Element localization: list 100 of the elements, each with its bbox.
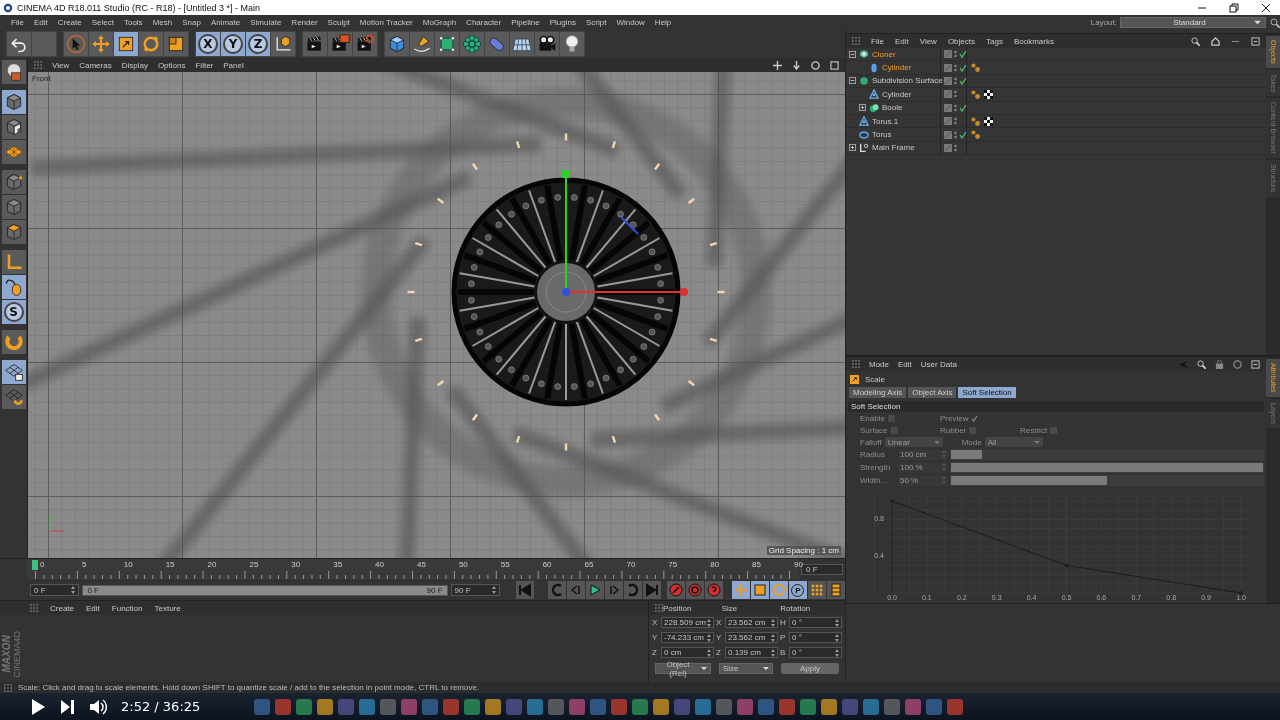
menu-item[interactable]: Animate bbox=[205, 18, 246, 27]
menu-item[interactable]: Select bbox=[86, 18, 119, 27]
taskbar-icon[interactable] bbox=[527, 698, 544, 715]
tab[interactable]: Soft Selection bbox=[958, 387, 1016, 398]
coordinate-field[interactable]: 23.562 cm bbox=[725, 632, 778, 643]
menu-item[interactable]: View bbox=[919, 36, 937, 46]
timeline-key-button[interactable] bbox=[827, 581, 845, 599]
object-name[interactable]: Cylinder bbox=[882, 89, 912, 99]
menu-item[interactable]: Display bbox=[121, 60, 148, 70]
tab[interactable]: Object Axis bbox=[908, 387, 957, 398]
taskbar-icon[interactable] bbox=[485, 698, 502, 715]
snap-button[interactable] bbox=[1, 385, 26, 409]
menu-item[interactable]: Sculpt bbox=[322, 18, 355, 27]
menu-item[interactable]: File bbox=[6, 18, 29, 27]
taskbar-icon[interactable] bbox=[905, 698, 922, 715]
keyframe-selection-button[interactable] bbox=[705, 581, 723, 599]
subdivision-button[interactable] bbox=[435, 32, 459, 56]
size-mode-dropdown[interactable]: Size bbox=[719, 663, 773, 674]
menu-item[interactable]: Script bbox=[580, 18, 612, 27]
edges-button[interactable] bbox=[1, 195, 26, 219]
menu-item[interactable]: Tags bbox=[986, 36, 1003, 46]
object-row[interactable]: Cylinder bbox=[846, 61, 1266, 75]
menu-item[interactable]: Snap bbox=[177, 18, 206, 27]
menu-item[interactable]: Edit bbox=[898, 359, 912, 369]
coordinate-field[interactable]: 0 ° bbox=[789, 617, 842, 628]
move-button[interactable] bbox=[89, 32, 113, 56]
record-button[interactable] bbox=[667, 581, 685, 599]
coordinate-field[interactable]: 0 ° bbox=[789, 632, 842, 643]
layout-dropdown[interactable]: Standard bbox=[1120, 17, 1266, 28]
play-button[interactable] bbox=[586, 581, 604, 599]
menu-item[interactable]: File bbox=[871, 36, 884, 46]
camera-button[interactable] bbox=[535, 32, 559, 56]
menu-item[interactable]: Objects bbox=[947, 36, 975, 46]
taskbar-icon[interactable] bbox=[779, 698, 796, 715]
taskbar-icon[interactable] bbox=[296, 698, 313, 715]
scale-key-button[interactable] bbox=[751, 581, 769, 599]
taskbar-icon[interactable] bbox=[695, 698, 712, 715]
menu-item[interactable]: Filter bbox=[195, 60, 214, 70]
menu-item[interactable]: Options bbox=[157, 60, 186, 70]
menu-item[interactable]: Help bbox=[649, 18, 677, 27]
menu-item[interactable]: Plugins bbox=[544, 18, 581, 27]
object-name[interactable]: Torus bbox=[872, 130, 892, 140]
make-editable-button[interactable] bbox=[1, 60, 26, 84]
point-level-key-button[interactable] bbox=[808, 581, 826, 599]
menu-item[interactable]: Pipeline bbox=[506, 18, 545, 27]
taskbar-icon[interactable] bbox=[275, 698, 292, 715]
object-name[interactable]: Cloner bbox=[872, 49, 896, 59]
dropdown[interactable]: All bbox=[984, 437, 1043, 447]
object-row[interactable]: Boole bbox=[846, 101, 1266, 115]
taskbar-icon[interactable] bbox=[506, 698, 523, 715]
object-name[interactable]: Torus.1 bbox=[872, 116, 899, 126]
expand-box-icon[interactable] bbox=[849, 144, 856, 152]
prev-key-button[interactable] bbox=[548, 581, 566, 599]
texture-button[interactable] bbox=[1, 115, 26, 139]
rotate-button[interactable] bbox=[139, 32, 163, 56]
menu-item[interactable]: Render bbox=[286, 18, 323, 27]
cloner-button[interactable] bbox=[460, 32, 484, 56]
object-name[interactable]: Cylinder bbox=[882, 63, 912, 73]
taskbar-icon[interactable] bbox=[737, 698, 754, 715]
axis-lock-button[interactable] bbox=[1, 250, 26, 274]
first-button[interactable] bbox=[516, 581, 534, 599]
menu-item[interactable]: User Data bbox=[920, 359, 957, 369]
parameter-key-button[interactable]: P bbox=[789, 581, 807, 599]
taskbar-icon[interactable] bbox=[926, 698, 943, 715]
slider[interactable] bbox=[950, 462, 1264, 473]
taskbar-icon[interactable] bbox=[254, 698, 271, 715]
solo-button[interactable]: S bbox=[1, 300, 26, 324]
workplane-button[interactable] bbox=[1, 140, 26, 164]
render-view-button[interactable] bbox=[303, 32, 327, 56]
coordinate-field[interactable]: 23.562 cm bbox=[725, 617, 778, 628]
points-button[interactable] bbox=[1, 170, 26, 194]
render-settings-button[interactable] bbox=[353, 32, 377, 56]
taskbar-icon[interactable] bbox=[758, 698, 775, 715]
object-row[interactable]: Subdivision Surface bbox=[846, 74, 1266, 89]
value-field[interactable]: 100 cm bbox=[898, 449, 948, 460]
axis-lock-button[interactable]: Z bbox=[246, 32, 270, 56]
object-row[interactable]: Torus.1 bbox=[846, 114, 1266, 129]
taskbar-icon[interactable] bbox=[338, 698, 355, 715]
menu-item[interactable]: Tools bbox=[118, 18, 148, 27]
start-frame-field[interactable]: 0 F bbox=[30, 584, 80, 596]
menu-item[interactable]: View bbox=[52, 60, 70, 70]
magnet-button[interactable] bbox=[1, 330, 26, 354]
object-name[interactable]: Main Frame bbox=[872, 143, 915, 153]
taskbar-icon[interactable] bbox=[632, 698, 649, 715]
slider[interactable] bbox=[950, 475, 1264, 486]
menu-item[interactable]: MoGraph bbox=[417, 18, 462, 27]
coordinate-field[interactable]: 0.139 cm bbox=[725, 647, 778, 658]
taskbar-icon[interactable] bbox=[884, 698, 901, 715]
end-frame-field[interactable]: 90 F bbox=[450, 584, 500, 596]
taskbar-icon[interactable] bbox=[716, 698, 733, 715]
object-row[interactable]: Main Frame bbox=[846, 141, 1266, 156]
coordinate-field[interactable]: 0 cm bbox=[661, 647, 714, 658]
taskbar-icon[interactable] bbox=[674, 698, 691, 715]
taskbar-icon[interactable] bbox=[842, 698, 859, 715]
pen-button[interactable] bbox=[410, 32, 434, 56]
taskbar-icon[interactable] bbox=[569, 698, 586, 715]
taskbar-icon[interactable] bbox=[947, 698, 964, 715]
menu-item[interactable]: Motion Tracker bbox=[354, 18, 418, 27]
collapse-box-icon[interactable] bbox=[849, 50, 856, 58]
menu-item[interactable]: Mesh bbox=[147, 18, 178, 27]
